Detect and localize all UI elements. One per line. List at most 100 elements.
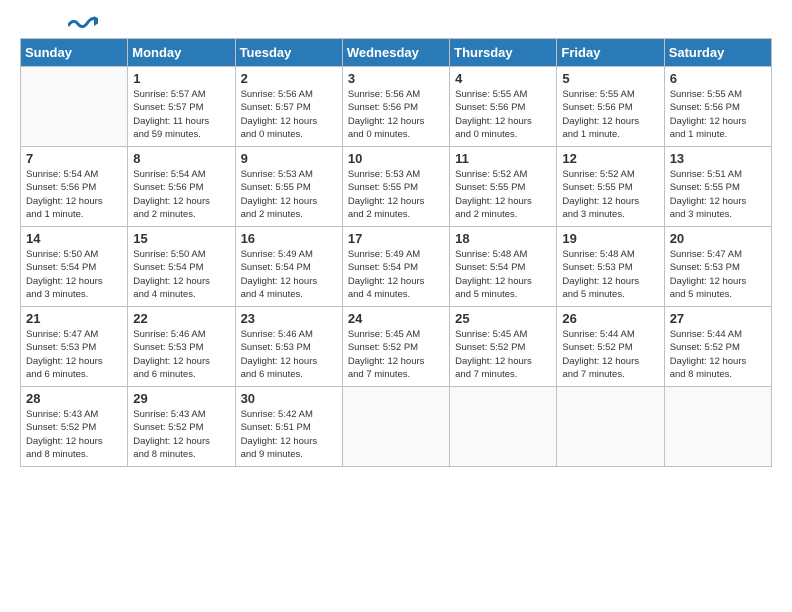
calendar-cell: 18 Sunrise: 5:48 AM Sunset: 5:54 PM Dayli… — [450, 227, 557, 307]
day-info: Sunrise: 5:52 AM Sunset: 5:55 PM Dayligh… — [562, 168, 658, 221]
page-header — [20, 20, 772, 28]
weekday-header-wednesday: Wednesday — [342, 39, 449, 67]
day-number: 11 — [455, 151, 551, 166]
weekday-header-sunday: Sunday — [21, 39, 128, 67]
day-info: Sunrise: 5:48 AM Sunset: 5:54 PM Dayligh… — [455, 248, 551, 301]
calendar-week-4: 21 Sunrise: 5:47 AM Sunset: 5:53 PM Dayli… — [21, 307, 772, 387]
day-number: 29 — [133, 391, 229, 406]
day-info: Sunrise: 5:51 AM Sunset: 5:55 PM Dayligh… — [670, 168, 766, 221]
day-info: Sunrise: 5:49 AM Sunset: 5:54 PM Dayligh… — [348, 248, 444, 301]
calendar-cell: 10 Sunrise: 5:53 AM Sunset: 5:55 PM Dayli… — [342, 147, 449, 227]
day-number: 17 — [348, 231, 444, 246]
day-info: Sunrise: 5:55 AM Sunset: 5:56 PM Dayligh… — [670, 88, 766, 141]
day-number: 19 — [562, 231, 658, 246]
calendar-cell: 15 Sunrise: 5:50 AM Sunset: 5:54 PM Dayli… — [128, 227, 235, 307]
day-number: 6 — [670, 71, 766, 86]
calendar-cell: 16 Sunrise: 5:49 AM Sunset: 5:54 PM Dayli… — [235, 227, 342, 307]
day-info: Sunrise: 5:44 AM Sunset: 5:52 PM Dayligh… — [670, 328, 766, 381]
day-number: 27 — [670, 311, 766, 326]
calendar-cell: 14Sunrise: 5:50 AM Sunset: 5:54 PM Dayli… — [21, 227, 128, 307]
calendar-cell: 28 Sunrise: 5:43 AM Sunset: 5:52 PM Dayli… — [21, 387, 128, 467]
day-number: 21 — [26, 311, 122, 326]
day-info: Sunrise: 5:55 AM Sunset: 5:56 PM Dayligh… — [455, 88, 551, 141]
calendar-cell: 11 Sunrise: 5:52 AM Sunset: 5:55 PM Dayli… — [450, 147, 557, 227]
day-number: 2 — [241, 71, 337, 86]
calendar-cell — [557, 387, 664, 467]
day-info: Sunrise: 5:53 AM Sunset: 5:55 PM Dayligh… — [241, 168, 337, 221]
calendar-cell: 3Sunrise: 5:56 AM Sunset: 5:56 PM Daylig… — [342, 67, 449, 147]
day-number: 18 — [455, 231, 551, 246]
weekday-header-saturday: Saturday — [664, 39, 771, 67]
calendar-cell — [664, 387, 771, 467]
calendar-cell — [21, 67, 128, 147]
calendar-week-5: 28 Sunrise: 5:43 AM Sunset: 5:52 PM Dayli… — [21, 387, 772, 467]
day-info: Sunrise: 5:54 AM Sunset: 5:56 PM Dayligh… — [26, 168, 122, 221]
calendar-cell: 23 Sunrise: 5:46 AM Sunset: 5:53 PM Dayli… — [235, 307, 342, 387]
day-info: Sunrise: 5:46 AM Sunset: 5:53 PM Dayligh… — [133, 328, 229, 381]
day-info: Sunrise: 5:44 AM Sunset: 5:52 PM Dayligh… — [562, 328, 658, 381]
calendar-table: SundayMondayTuesdayWednesdayThursdayFrid… — [20, 38, 772, 467]
calendar-cell: 4 Sunrise: 5:55 AM Sunset: 5:56 PM Daylig… — [450, 67, 557, 147]
day-info: Sunrise: 5:50 AM Sunset: 5:54 PM Dayligh… — [133, 248, 229, 301]
calendar-cell: 7 Sunrise: 5:54 AM Sunset: 5:56 PM Daylig… — [21, 147, 128, 227]
day-number: 15 — [133, 231, 229, 246]
day-number: 4 — [455, 71, 551, 86]
calendar-cell — [342, 387, 449, 467]
logo — [20, 20, 98, 28]
day-info: Sunrise: 5:52 AM Sunset: 5:55 PM Dayligh… — [455, 168, 551, 221]
day-info: Sunrise: 5:43 AM Sunset: 5:52 PM Dayligh… — [26, 408, 122, 461]
day-number: 12 — [562, 151, 658, 166]
calendar-cell: 27 Sunrise: 5:44 AM Sunset: 5:52 PM Dayli… — [664, 307, 771, 387]
calendar-cell: 2Sunrise: 5:56 AM Sunset: 5:57 PM Daylig… — [235, 67, 342, 147]
calendar-week-3: 14Sunrise: 5:50 AM Sunset: 5:54 PM Dayli… — [21, 227, 772, 307]
day-number: 3 — [348, 71, 444, 86]
day-number: 13 — [670, 151, 766, 166]
calendar-cell: 17 Sunrise: 5:49 AM Sunset: 5:54 PM Dayli… — [342, 227, 449, 307]
calendar-week-2: 7 Sunrise: 5:54 AM Sunset: 5:56 PM Daylig… — [21, 147, 772, 227]
day-number: 16 — [241, 231, 337, 246]
day-number: 24 — [348, 311, 444, 326]
day-info: Sunrise: 5:42 AM Sunset: 5:51 PM Dayligh… — [241, 408, 337, 461]
day-info: Sunrise: 5:46 AM Sunset: 5:53 PM Dayligh… — [241, 328, 337, 381]
calendar-cell — [450, 387, 557, 467]
day-number: 20 — [670, 231, 766, 246]
calendar-cell: 30 Sunrise: 5:42 AM Sunset: 5:51 PM Dayli… — [235, 387, 342, 467]
day-info: Sunrise: 5:45 AM Sunset: 5:52 PM Dayligh… — [348, 328, 444, 381]
day-number: 28 — [26, 391, 122, 406]
day-number: 1 — [133, 71, 229, 86]
day-info: Sunrise: 5:53 AM Sunset: 5:55 PM Dayligh… — [348, 168, 444, 221]
weekday-header-monday: Monday — [128, 39, 235, 67]
day-number: 22 — [133, 311, 229, 326]
day-info: Sunrise: 5:50 AM Sunset: 5:54 PM Dayligh… — [26, 248, 122, 301]
calendar-cell: 6 Sunrise: 5:55 AM Sunset: 5:56 PM Daylig… — [664, 67, 771, 147]
calendar-week-1: 1Sunrise: 5:57 AM Sunset: 5:57 PM Daylig… — [21, 67, 772, 147]
calendar-cell: 21 Sunrise: 5:47 AM Sunset: 5:53 PM Dayli… — [21, 307, 128, 387]
day-info: Sunrise: 5:47 AM Sunset: 5:53 PM Dayligh… — [26, 328, 122, 381]
day-number: 25 — [455, 311, 551, 326]
day-number: 30 — [241, 391, 337, 406]
calendar-cell: 1Sunrise: 5:57 AM Sunset: 5:57 PM Daylig… — [128, 67, 235, 147]
calendar-cell: 9Sunrise: 5:53 AM Sunset: 5:55 PM Daylig… — [235, 147, 342, 227]
calendar-cell: 13 Sunrise: 5:51 AM Sunset: 5:55 PM Dayli… — [664, 147, 771, 227]
day-info: Sunrise: 5:48 AM Sunset: 5:53 PM Dayligh… — [562, 248, 658, 301]
calendar-cell: 8Sunrise: 5:54 AM Sunset: 5:56 PM Daylig… — [128, 147, 235, 227]
day-info: Sunrise: 5:54 AM Sunset: 5:56 PM Dayligh… — [133, 168, 229, 221]
calendar-body: 1Sunrise: 5:57 AM Sunset: 5:57 PM Daylig… — [21, 67, 772, 467]
day-info: Sunrise: 5:55 AM Sunset: 5:56 PM Dayligh… — [562, 88, 658, 141]
calendar-cell: 29 Sunrise: 5:43 AM Sunset: 5:52 PM Dayli… — [128, 387, 235, 467]
day-info: Sunrise: 5:43 AM Sunset: 5:52 PM Dayligh… — [133, 408, 229, 461]
day-number: 26 — [562, 311, 658, 326]
calendar-cell: 19 Sunrise: 5:48 AM Sunset: 5:53 PM Dayli… — [557, 227, 664, 307]
calendar-cell: 20Sunrise: 5:47 AM Sunset: 5:53 PM Dayli… — [664, 227, 771, 307]
calendar-cell: 24 Sunrise: 5:45 AM Sunset: 5:52 PM Dayli… — [342, 307, 449, 387]
weekday-header-friday: Friday — [557, 39, 664, 67]
calendar-cell: 22 Sunrise: 5:46 AM Sunset: 5:53 PM Dayli… — [128, 307, 235, 387]
calendar-cell: 25Sunrise: 5:45 AM Sunset: 5:52 PM Dayli… — [450, 307, 557, 387]
day-info: Sunrise: 5:49 AM Sunset: 5:54 PM Dayligh… — [241, 248, 337, 301]
day-number: 23 — [241, 311, 337, 326]
weekday-header-thursday: Thursday — [450, 39, 557, 67]
calendar-cell: 12 Sunrise: 5:52 AM Sunset: 5:55 PM Dayli… — [557, 147, 664, 227]
day-number: 7 — [26, 151, 122, 166]
calendar-header-row: SundayMondayTuesdayWednesdayThursdayFrid… — [21, 39, 772, 67]
day-number: 10 — [348, 151, 444, 166]
